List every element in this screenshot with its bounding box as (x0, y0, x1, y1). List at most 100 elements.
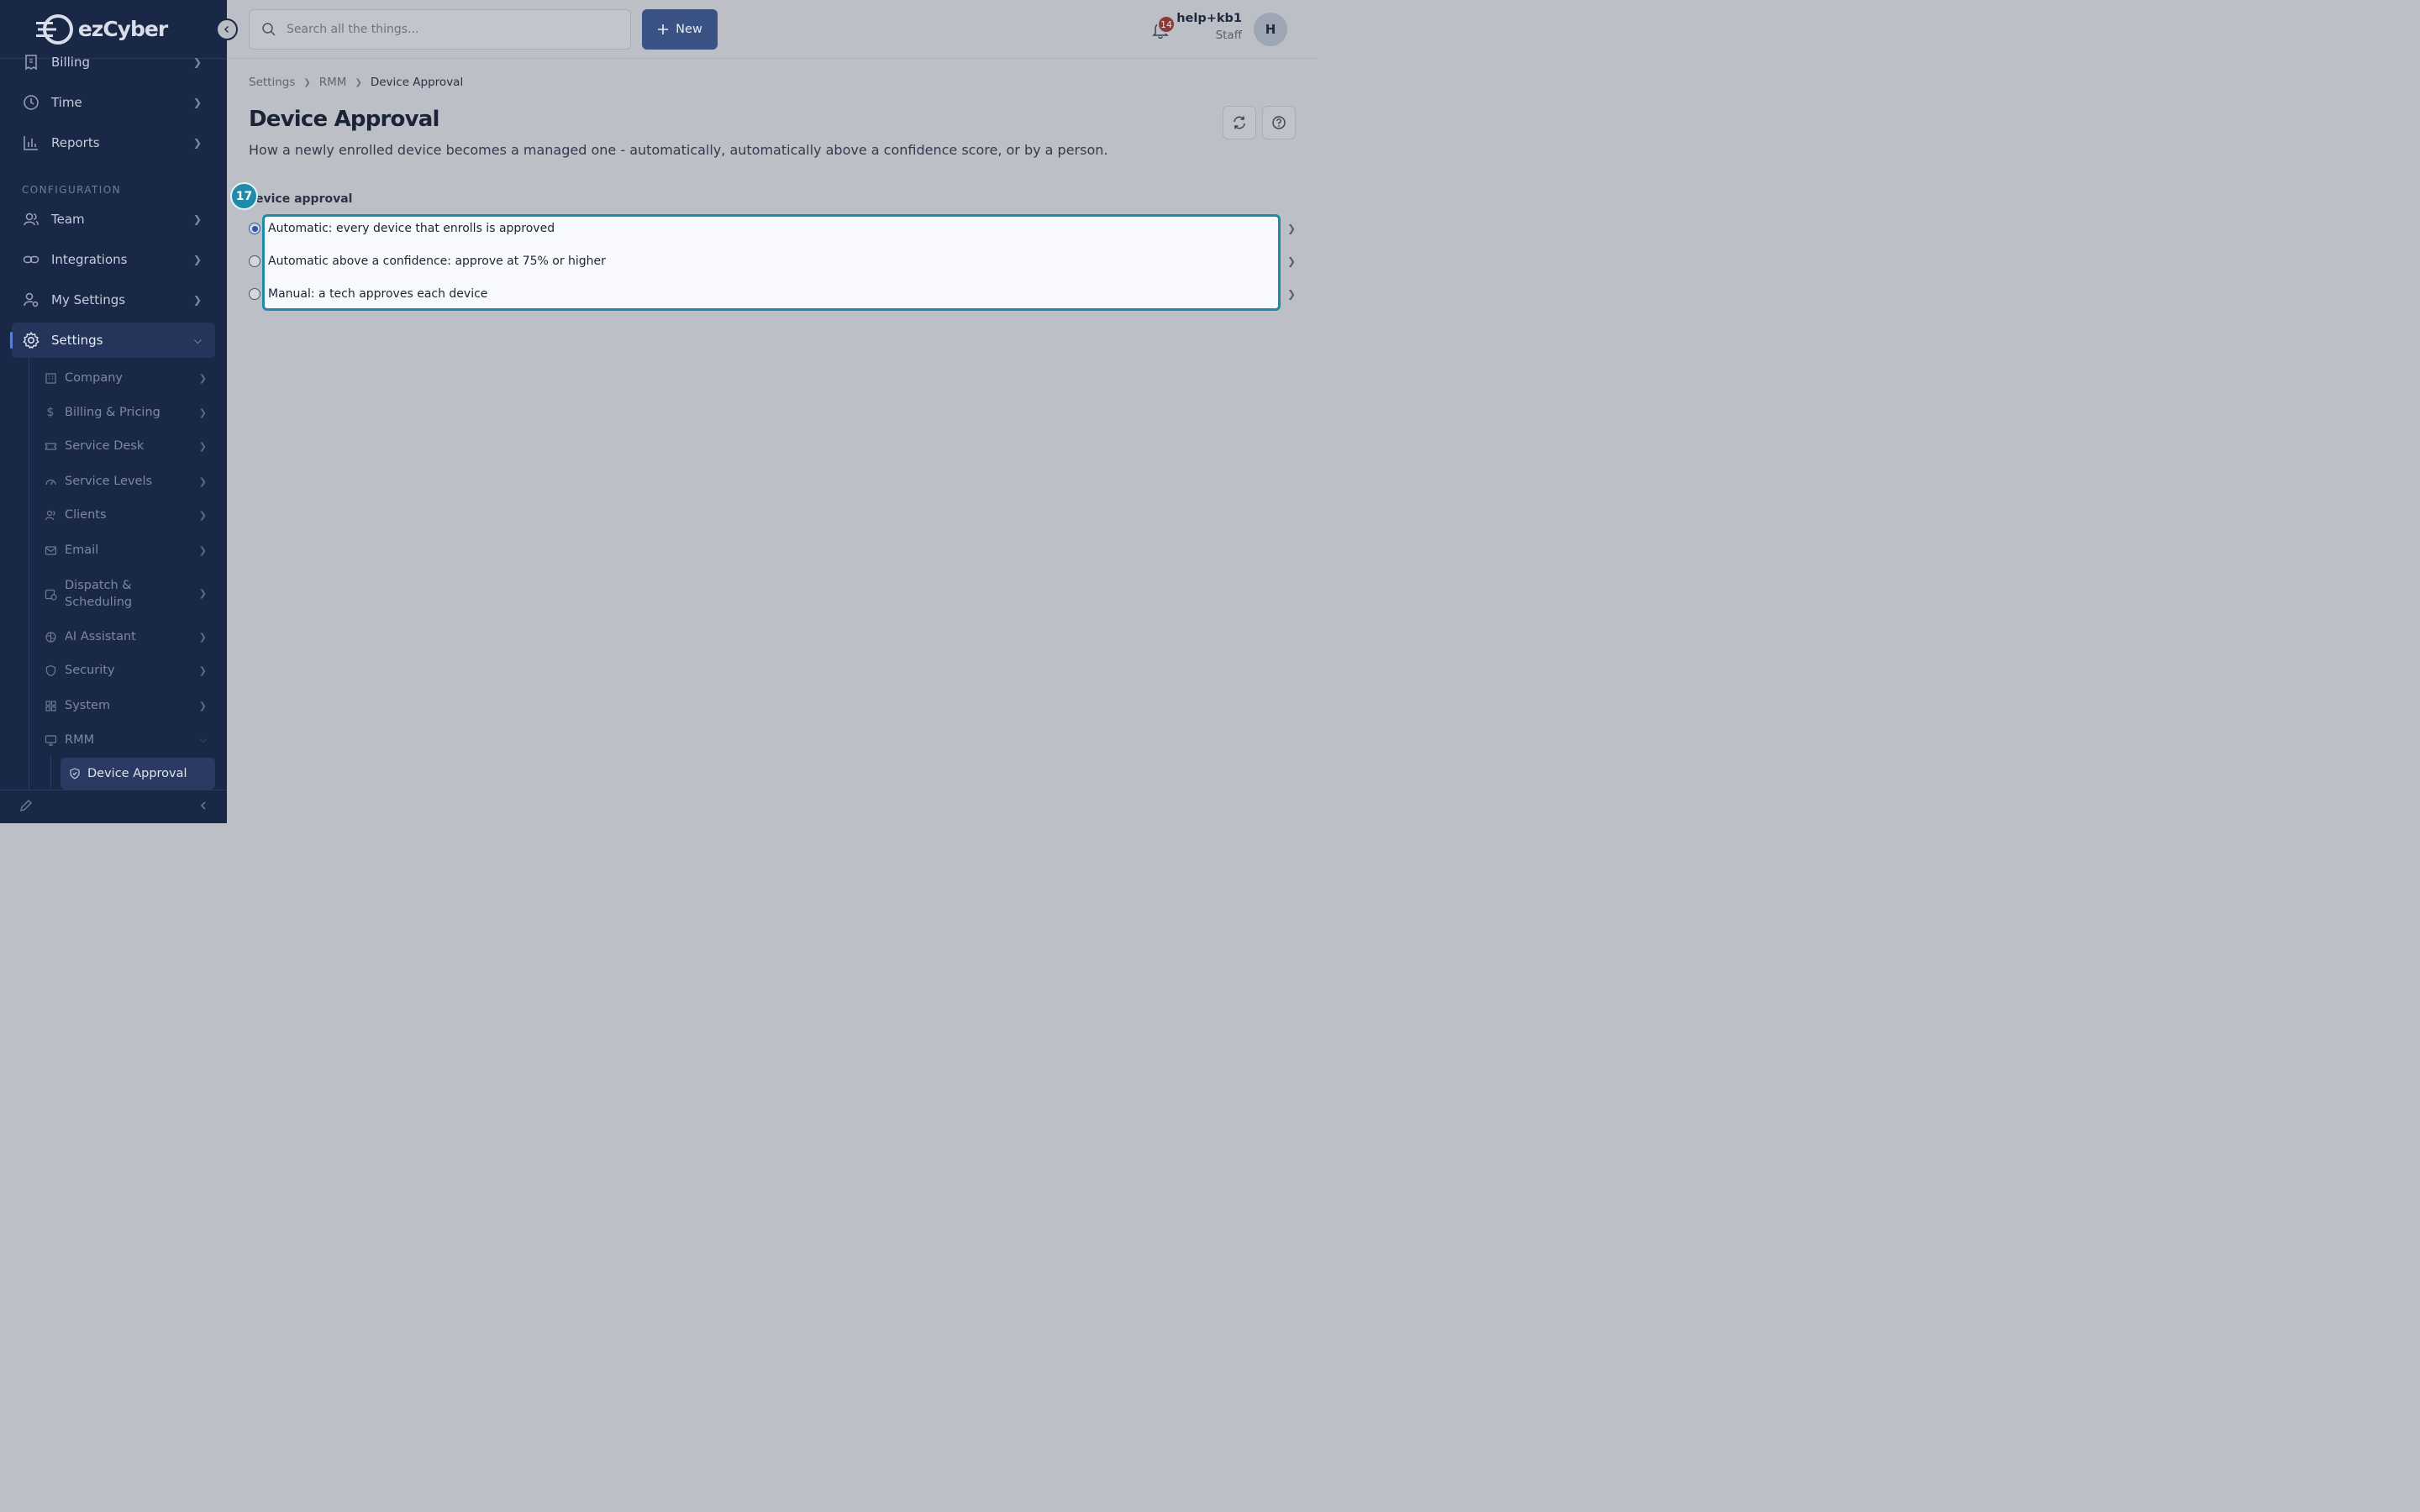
page-title: Device Approval (249, 107, 439, 132)
sidebar-subitem-clients[interactable]: Clients ❯ (35, 505, 215, 525)
sidebar-subitem-label: Service Desk (65, 439, 145, 453)
edit-icon[interactable] (18, 798, 34, 816)
sidebar: ezCyber Billing ❯ Time ❯ Reports ❯ CONFI… (0, 0, 238, 823)
gear-icon (22, 331, 40, 349)
sidebar-subitem-label: Dispatch & Scheduling (65, 579, 133, 609)
user-name: help+kb1 (1176, 12, 1242, 25)
option-label-manual[interactable]: Manual: a tech approves each device (268, 287, 487, 301)
sidebar-item-settings[interactable]: Settings ⌵ (10, 323, 215, 358)
chevron-right-icon: ❯ (192, 97, 202, 108)
sidebar-subitem-label: Billing & Pricing (65, 406, 160, 419)
grid-icon (44, 699, 57, 712)
option-label-confidence[interactable]: Automatic above a confidence: approve at… (268, 255, 606, 268)
page-description: How a newly enrolled device becomes a ma… (249, 142, 1108, 158)
sidebar-subitem-email[interactable]: Email ❯ (35, 540, 215, 560)
notification-badge: 14 (1157, 15, 1176, 34)
option-label-automatic[interactable]: Automatic: every device that enrolls is … (268, 222, 555, 235)
chevron-right-icon: ❯ (192, 137, 202, 149)
collapse-sidebar-button[interactable] (216, 18, 238, 40)
sidebar-subitem-label: Service Levels (65, 475, 153, 488)
chevron-right-icon: ❯ (198, 475, 207, 487)
brand-name: ezCyber (77, 17, 168, 41)
breadcrumb-item-rmm[interactable]: RMM (319, 76, 347, 89)
radio-manual[interactable] (249, 288, 260, 300)
new-button[interactable]: New (642, 9, 718, 50)
gauge-icon (44, 475, 57, 488)
user-info[interactable]: help+kb1 Staff (1176, 12, 1242, 42)
chevron-right-icon: ❯ (198, 372, 207, 384)
help-button[interactable] (1262, 106, 1296, 139)
step-badge: 17 (230, 182, 258, 210)
search-icon (261, 22, 276, 37)
sidebar-item-label: My Settings (51, 292, 126, 307)
search-box[interactable] (249, 9, 631, 50)
chevron-right-icon: ❯ (1286, 223, 1296, 234)
link-icon (22, 250, 40, 269)
chevron-right-icon: ❯ (198, 440, 207, 452)
calendar-clock-icon (44, 587, 57, 601)
sidebar-subitem-label: Clients (65, 508, 107, 522)
chevron-right-icon: ❯ (198, 509, 207, 521)
chevron-right-icon: ❯ (192, 213, 202, 225)
sidebar-item-team[interactable]: Team ❯ (12, 202, 215, 237)
breadcrumb-item-current: Device Approval (370, 76, 464, 89)
sidebar-subitem-label: Security (65, 664, 115, 677)
sidebar-subitem-device-approval[interactable]: Device Approval (60, 758, 215, 790)
sidebar-item-my-settings[interactable]: My Settings ❯ (12, 282, 215, 318)
top-header: New 14 help+kb1 Staff H (227, 0, 1318, 59)
sidebar-subitem-dispatch-scheduling[interactable]: Dispatch & Scheduling ❯ (35, 575, 215, 613)
users-icon (44, 508, 57, 522)
sidebar-item-label: Team (51, 212, 85, 227)
sidebar-item-label: Time (51, 95, 82, 110)
chevron-right-icon: ❯ (192, 294, 202, 306)
user-role: Staff (1215, 29, 1242, 42)
sidebar-subitem-company[interactable]: Company ❯ (35, 368, 215, 388)
brain-icon (44, 630, 57, 643)
sidebar-item-label: Billing (51, 55, 90, 70)
ticket-icon (44, 439, 57, 453)
shield-check-icon (69, 768, 81, 780)
sidebar-subitem-label: System (65, 699, 111, 712)
mail-icon (44, 543, 57, 557)
sidebar-item-reports[interactable]: Reports ❯ (12, 125, 215, 160)
plus-icon (658, 24, 669, 34)
sidebar-subitem-label: AI Assistant (65, 630, 136, 643)
chevron-right-icon: ❯ (1286, 288, 1296, 300)
search-input[interactable] (287, 23, 606, 36)
sidebar-subitem-service-desk[interactable]: Service Desk ❯ (35, 436, 215, 456)
chevron-right-icon: ❯ (355, 77, 362, 87)
sidebar-item-billing[interactable]: Billing ❯ (12, 45, 215, 80)
chevron-right-icon: ❯ (192, 254, 202, 265)
breadcrumb-item-settings[interactable]: Settings (249, 76, 295, 89)
chevron-right-icon: ❯ (192, 56, 202, 68)
sidebar-subitem-ai-assistant[interactable]: AI Assistant ❯ (35, 627, 215, 647)
sidebar-item-label: Integrations (51, 252, 128, 267)
sidebar-item-time[interactable]: Time ❯ (12, 85, 215, 120)
logo-mark-icon (35, 13, 73, 45)
chevron-down-icon: ⌵ (193, 333, 202, 346)
sidebar-subitem-system[interactable]: System ❯ (35, 696, 215, 716)
sidebar-subitem-rmm[interactable]: RMM ⌵ (35, 730, 215, 750)
users-icon (22, 210, 40, 228)
new-button-label: New (676, 23, 702, 36)
chevron-right-icon: ❯ (198, 631, 207, 643)
sidebar-footer (0, 790, 227, 823)
sidebar-item-integrations[interactable]: Integrations ❯ (12, 242, 215, 277)
sidebar-item-label: Reports (51, 135, 100, 150)
shield-icon (44, 664, 57, 677)
sidebar-subitem-service-levels[interactable]: Service Levels ❯ (35, 471, 215, 491)
sidebar-subitem-billing-pricing[interactable]: $ Billing & Pricing ❯ (35, 402, 215, 423)
refresh-button[interactable] (1223, 106, 1256, 139)
radio-automatic[interactable] (249, 223, 260, 234)
sidebar-subitem-label: Email (65, 543, 99, 557)
chevron-left-icon[interactable] (198, 801, 208, 814)
radio-confidence[interactable] (249, 255, 260, 267)
clock-icon (22, 93, 40, 112)
sidebar-subitem-security[interactable]: Security ❯ (35, 660, 215, 680)
chevron-down-icon: ⌵ (199, 734, 207, 745)
avatar[interactable]: H (1254, 13, 1287, 46)
chevron-right-icon: ❯ (198, 544, 207, 556)
chevron-right-icon: ❯ (303, 77, 311, 87)
brand-logo[interactable]: ezCyber (34, 13, 168, 46)
chevron-right-icon: ❯ (198, 407, 207, 418)
